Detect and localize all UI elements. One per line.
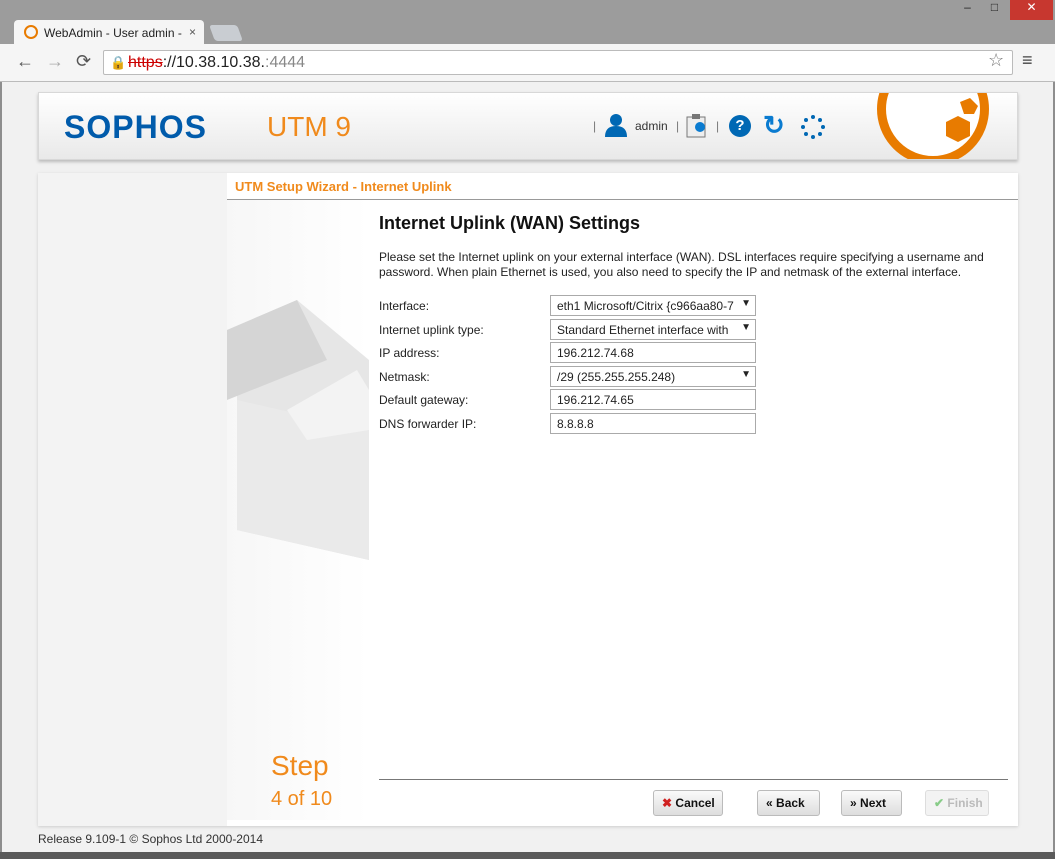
finish-button: ✔ Finish (925, 790, 989, 816)
url-port: :4444 (265, 54, 306, 71)
close-window-button[interactable]: ✕ (1010, 0, 1053, 20)
cancel-x-icon: ✖ (662, 796, 673, 810)
interface-row: Interface: eth1 Microsoft/Citrix {c966aa8… (379, 294, 1009, 318)
netmask-row: Netmask: /29 (255.255.255.248) ▼ (379, 365, 1009, 389)
user-name[interactable]: admin (635, 119, 668, 133)
dropdown-arrow-icon: ▼ (741, 368, 751, 380)
back-button[interactable]: « Back (757, 790, 820, 816)
step-number: 4 of 10 (271, 788, 333, 810)
uplink-type-row: Internet uplink type: Standard Ethernet i… (379, 318, 1009, 342)
taskbar (0, 852, 1055, 859)
select-value: /29 (255.255.255.248) (557, 369, 676, 384)
divider (379, 779, 1008, 780)
dns-input[interactable]: 8.8.8.8 (550, 412, 756, 434)
address-bar[interactable]: 🔒 https://10.38.10.38.:4444 (103, 50, 1013, 75)
cancel-button[interactable]: ✖ Cancel (653, 790, 723, 816)
interface-select[interactable]: eth1 Microsoft/Citrix {c966aa80-7 ▼ (550, 295, 756, 316)
browser-titlebar: WebAdmin - User admin - × – □ ✕ (0, 0, 1055, 46)
uplink-type-select[interactable]: Standard Ethernet interface with ▼ (550, 318, 756, 340)
divider: | (593, 119, 597, 133)
wizard-title: UTM Setup Wizard - Internet Uplink (235, 179, 452, 194)
minimize-button[interactable]: – (955, 0, 980, 20)
field-label: IP address: (379, 346, 440, 360)
field-label: DNS forwarder IP: (379, 416, 477, 431)
divider: | (716, 119, 720, 133)
select-value: eth1 Microsoft/Citrix {c966aa80-7 (557, 299, 734, 313)
page-title: Internet Uplink (WAN) Settings (379, 213, 640, 233)
product-name: UTM 9 (267, 111, 351, 142)
check-icon: ✔ (934, 796, 945, 810)
tab-title: WebAdmin - User admin - (44, 26, 182, 40)
box-illustration (227, 300, 369, 560)
url-host: ://10.38.10.38. (162, 54, 265, 71)
button-label: Back (776, 796, 805, 810)
double-chevron-right-icon: » (850, 796, 857, 810)
gateway-row: Default gateway: 196.212.74.65 (379, 388, 1009, 412)
maximize-button[interactable]: □ (982, 0, 1007, 20)
step-label: Step (271, 750, 329, 781)
select-value: Standard Ethernet interface with (557, 322, 729, 337)
dns-row: DNS forwarder IP: 8.8.8.8 (379, 412, 1009, 436)
button-label: Finish (947, 796, 983, 810)
forward-arrow-icon[interactable]: → (46, 51, 64, 72)
double-chevron-left-icon: « (766, 796, 773, 810)
ip-address-row: IP address: 196.212.74.68 (379, 341, 1009, 365)
sophos-favicon (24, 25, 38, 39)
tab-close-icon[interactable]: × (189, 25, 196, 39)
field-label: Netmask: (379, 369, 430, 384)
netmask-select[interactable]: /29 (255.255.255.248) ▼ (550, 365, 756, 387)
dropdown-arrow-icon: ▼ (741, 298, 751, 309)
dropdown-arrow-icon: ▼ (741, 321, 751, 333)
button-label: Next (860, 796, 887, 810)
divider: | (676, 119, 680, 133)
wizard-panel: UTM Setup Wizard - Internet Uplink Step … (38, 173, 1018, 826)
sophos-orb-logo (877, 93, 989, 159)
browser-tab[interactable]: WebAdmin - User admin - × (14, 20, 204, 46)
sophos-logo: SOPHOS (64, 109, 207, 145)
gateway-input[interactable]: 196.212.74.65 (550, 389, 756, 410)
url-scheme: https (128, 54, 163, 71)
wizard-content: Internet Uplink (WAN) Settings Please se… (379, 213, 1009, 435)
left-sidebar (38, 173, 227, 826)
browser-toolbar: ← → ⟳ 🔒 https://10.38.10.38.:4444 ☆ ≡ (0, 44, 1055, 82)
step-column: Step 4 of 10 (227, 200, 369, 820)
footer-release: Release 9.109-1 © Sophos Ltd 2000-2014 (38, 832, 264, 846)
field-label: Default gateway: (379, 393, 469, 407)
refresh-icon[interactable]: ↻ (763, 110, 785, 141)
help-icon[interactable]: ? (729, 115, 751, 137)
next-button[interactable]: » Next (841, 790, 902, 816)
bookmark-star-icon[interactable]: ☆ (988, 50, 1004, 71)
description: Please set the Internet uplink on your e… (379, 250, 984, 279)
reload-icon[interactable]: ⟳ (76, 51, 91, 72)
loading-spinner-icon (801, 115, 825, 139)
button-label: Cancel (675, 796, 715, 810)
ip-address-input[interactable]: 196.212.74.68 (550, 342, 756, 363)
field-label: Interface: (379, 299, 430, 313)
new-tab-button[interactable] (209, 25, 243, 41)
field-label: Internet uplink type: (379, 322, 484, 337)
broken-lock-icon: 🔒 (110, 55, 127, 70)
back-arrow-icon[interactable]: ← (16, 51, 34, 72)
app-header: SOPHOS UTM 9 | admin | | ? ↻ (38, 92, 1018, 160)
clipboard-search-icon[interactable] (686, 114, 708, 138)
user-icon[interactable] (605, 113, 627, 137)
browser-menu-icon[interactable]: ≡ (1022, 50, 1033, 71)
